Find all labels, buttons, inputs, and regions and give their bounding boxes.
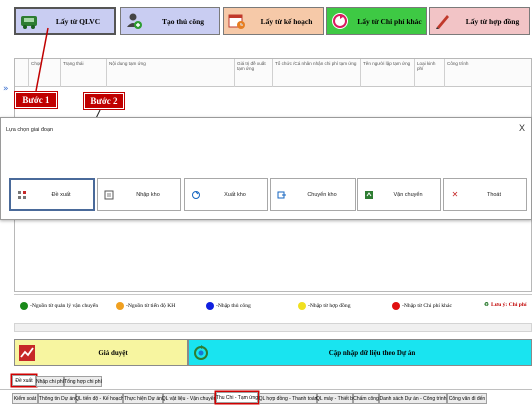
- approve-button[interactable]: Giá duyệt: [14, 339, 188, 366]
- tab-material-transport[interactable]: QL vật liệu - Vận chuyển: [162, 393, 216, 404]
- tab-cost-summary[interactable]: Tổng hợp chi phí: [64, 376, 102, 387]
- tab-propose[interactable]: Đề xuất: [12, 375, 36, 386]
- stage-import-button[interactable]: Nhập kho: [97, 178, 181, 211]
- legend-item: -Nhập từ hợp đồng: [298, 302, 351, 310]
- stage-propose-label: Đề xuất: [51, 191, 71, 198]
- legend-item: -Nhập thủ công: [206, 302, 251, 310]
- recycle-icon: ♻: [484, 302, 490, 308]
- propose-icon: [15, 188, 29, 202]
- transfer-icon: [275, 188, 289, 202]
- approve-label: Giá duyệt: [98, 348, 128, 357]
- dialog-title: Lựa chọn giai đoạn: [6, 127, 54, 133]
- stage-exit-label: Thoát: [486, 191, 502, 198]
- legend-note: ♻ Lưu ý: Chi phí: [484, 302, 527, 308]
- legend-item: -Nguồn từ quản lý vận chuyển: [20, 302, 98, 310]
- tab-documents[interactable]: Công văn đi đến: [447, 393, 487, 404]
- legend-item: -Nhập từ Chi phí khác: [392, 302, 452, 310]
- legend-dot-orange: [116, 302, 124, 310]
- tab-control[interactable]: Kiểm soát: [12, 393, 38, 404]
- tab-divider: [0, 389, 532, 390]
- stage-export-label: Xuất kho: [224, 191, 246, 198]
- step1-callout: Bước 1: [15, 92, 57, 108]
- transport-icon: [362, 188, 376, 202]
- tab-advance[interactable]: Thu Chi - Tạm ứng: [216, 392, 258, 403]
- import-icon: [102, 188, 116, 202]
- export-icon: [189, 188, 203, 202]
- stage-propose-button[interactable]: Đề xuất: [9, 178, 95, 211]
- tab-project-list[interactable]: Danh sách Dự án - Công trình: [379, 393, 447, 404]
- legend-dot-green: [20, 302, 28, 310]
- update-by-project-label: Cập nhập dữ liệu theo Dự án: [328, 348, 416, 357]
- legend-dot-yellow: [298, 302, 306, 310]
- tab-equipment[interactable]: QL máy - Thiết bị: [316, 393, 354, 404]
- stage-transport-button[interactable]: Vận chuyển: [357, 178, 441, 211]
- stage-import-label: Nhập kho: [136, 191, 160, 198]
- stage-select-dialog: Lựa chọn giai đoạn X Đề xuất Nhập kho Xu…: [0, 117, 532, 220]
- stage-export-button[interactable]: Xuất kho: [184, 178, 268, 211]
- update-by-project-button[interactable]: Cập nhập dữ liệu theo Dự án: [188, 339, 532, 366]
- trend-icon: [15, 341, 39, 365]
- tab-schedule-plan[interactable]: QL tiến độ - Kế hoạch: [75, 393, 124, 404]
- source-legend: -Nguồn từ quản lý vận chuyển -Nguồn từ t…: [14, 294, 532, 320]
- tab-enter-cost[interactable]: Nhập chi phí: [36, 376, 64, 387]
- stage-transfer-label: Chuyển kho: [307, 191, 337, 198]
- horizontal-scrollbar[interactable]: [14, 323, 532, 332]
- stage-exit-button[interactable]: ✕ Thoát: [443, 178, 527, 211]
- sync-icon: [189, 341, 213, 365]
- tab-project-info[interactable]: Thông tin Dự án: [38, 393, 76, 404]
- tab-contract-payment[interactable]: QL hợp đồng - Thanh toán: [259, 393, 317, 404]
- legend-dot-red: [392, 302, 400, 310]
- exit-icon: ✕: [451, 190, 459, 199]
- dialog-close-button[interactable]: X: [519, 123, 525, 133]
- legend-dot-blue: [206, 302, 214, 310]
- stage-transport-label: Vận chuyển: [393, 191, 423, 198]
- stage-transfer-button[interactable]: Chuyển kho: [270, 178, 356, 211]
- tab-project-execution[interactable]: Thực hiện Dự án: [123, 393, 163, 404]
- tab-timesheet[interactable]: Chấm công: [353, 393, 379, 404]
- legend-item: -Nguồn từ tiến độ KH: [116, 302, 175, 310]
- step2-callout: Bước 2: [84, 93, 124, 109]
